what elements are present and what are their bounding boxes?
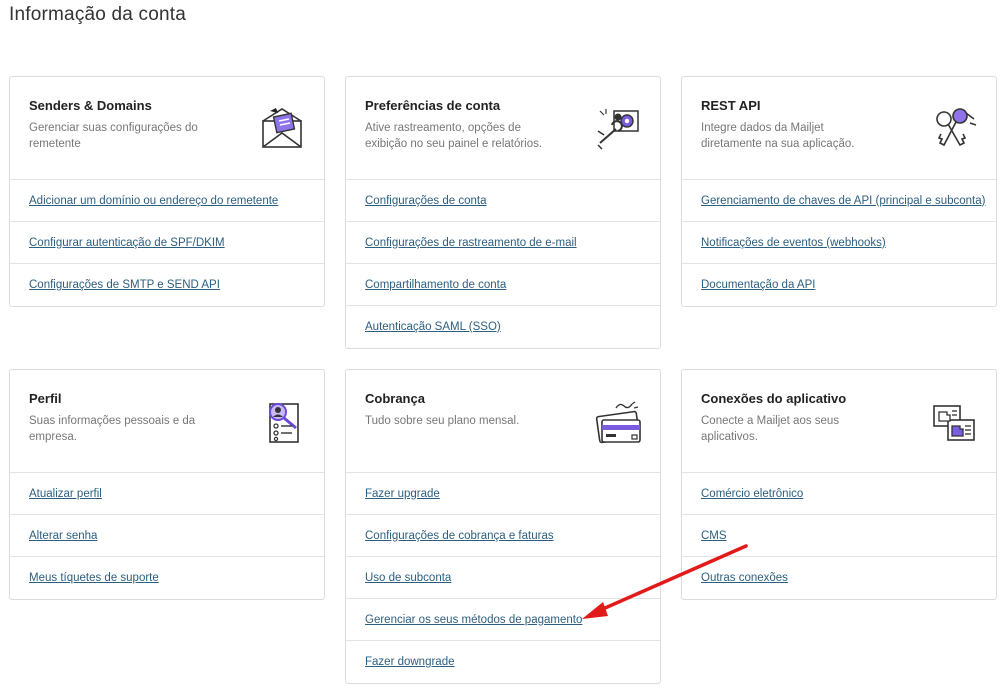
card-header: REST API Integre dados da Mailjet direta… (682, 77, 996, 180)
link-row: Configurações de conta (346, 180, 660, 222)
upgrade-link[interactable]: Fazer upgrade (365, 488, 440, 500)
card-header: Cobrança Tudo sobre seu plano mensal. (346, 370, 660, 473)
payment-methods-link[interactable]: Gerenciar os seus métodos de pagamento (365, 614, 582, 626)
change-password-link[interactable]: Alterar senha (29, 530, 97, 542)
link-row: Documentação da API (682, 264, 996, 306)
webhooks-link[interactable]: Notificações de eventos (webhooks) (701, 237, 886, 249)
card-account-preferences: Preferências de conta Ative rastreamento… (345, 76, 661, 349)
link-row: Atualizar perfil (10, 473, 324, 515)
saml-sso-link[interactable]: Autenticação SAML (SSO) (365, 321, 501, 333)
credit-card-icon (595, 401, 641, 444)
subaccount-usage-link[interactable]: Uso de subconta (365, 572, 451, 584)
smtp-send-api-link[interactable]: Configurações de SMTP e SEND API (29, 279, 220, 291)
spf-dkim-link[interactable]: Configurar autenticação de SPF/DKIM (29, 237, 225, 249)
app-connections-icon (933, 405, 975, 441)
billing-settings-invoices-link[interactable]: Configurações de cobrança e faturas (365, 530, 554, 542)
link-row: Gerenciar os seus métodos de pagamento (346, 599, 660, 641)
link-row: CMS (682, 515, 996, 557)
api-documentation-link[interactable]: Documentação da API (701, 279, 815, 291)
link-row: Configurações de rastreamento de e-mail (346, 222, 660, 264)
other-connections-link[interactable]: Outras conexões (701, 572, 788, 584)
link-row: Adicionar um domínio ou endereço do reme… (10, 180, 324, 222)
account-settings-link[interactable]: Configurações de conta (365, 195, 486, 207)
link-row: Uso de subconta (346, 557, 660, 599)
card-profile: Perfil Suas informações pessoais e da em… (9, 369, 325, 600)
link-row: Compartilhamento de conta (346, 264, 660, 306)
card-header: Perfil Suas informações pessoais e da em… (10, 370, 324, 473)
card-header: Senders & Domains Gerenciar suas configu… (10, 77, 324, 180)
add-sender-domain-link[interactable]: Adicionar um domínio ou endereço do reme… (29, 195, 278, 207)
account-sharing-link[interactable]: Compartilhamento de conta (365, 279, 506, 291)
link-row: Outras conexões (682, 557, 996, 599)
link-row: Configurar autenticação de SPF/DKIM (10, 222, 324, 264)
keys-icon (936, 108, 977, 147)
link-row: Autenticação SAML (SSO) (346, 306, 660, 348)
link-row: Gerenciamento de chaves de API (principa… (682, 180, 996, 222)
api-keys-management-link[interactable]: Gerenciamento de chaves de API (principa… (701, 195, 985, 207)
link-row: Fazer downgrade (346, 641, 660, 683)
profile-search-icon (269, 403, 299, 443)
link-row: Notificações de eventos (webhooks) (682, 222, 996, 264)
card-senders-domains: Senders & Domains Gerenciar suas configu… (9, 76, 325, 307)
card-header: Conexões do aplicativo Conecte a Mailjet… (682, 370, 996, 473)
cms-link[interactable]: CMS (701, 530, 727, 542)
page-title: Informação da conta (9, 4, 187, 25)
link-row: Configurações de cobrança e faturas (346, 515, 660, 557)
card-app-connections: Conexões do aplicativo Conecte a Mailjet… (681, 369, 997, 600)
card-header: Preferências de conta Ative rastreamento… (346, 77, 660, 180)
link-row: Alterar senha (10, 515, 324, 557)
ecommerce-link[interactable]: Comércio eletrônico (701, 488, 803, 500)
link-row: Meus tíquetes de suporte (10, 557, 324, 599)
wrench-gear-icon (597, 109, 639, 150)
envelope-icon (262, 108, 302, 148)
support-tickets-link[interactable]: Meus tíquetes de suporte (29, 572, 159, 584)
email-tracking-settings-link[interactable]: Configurações de rastreamento de e-mail (365, 237, 577, 249)
card-rest-api: REST API Integre dados da Mailjet direta… (681, 76, 997, 307)
downgrade-link[interactable]: Fazer downgrade (365, 656, 455, 668)
card-billing: Cobrança Tudo sobre seu plano mensal. Fa… (345, 369, 661, 684)
update-profile-link[interactable]: Atualizar perfil (29, 488, 102, 500)
link-row: Fazer upgrade (346, 473, 660, 515)
link-row: Comércio eletrônico (682, 473, 996, 515)
link-row: Configurações de SMTP e SEND API (10, 264, 324, 306)
